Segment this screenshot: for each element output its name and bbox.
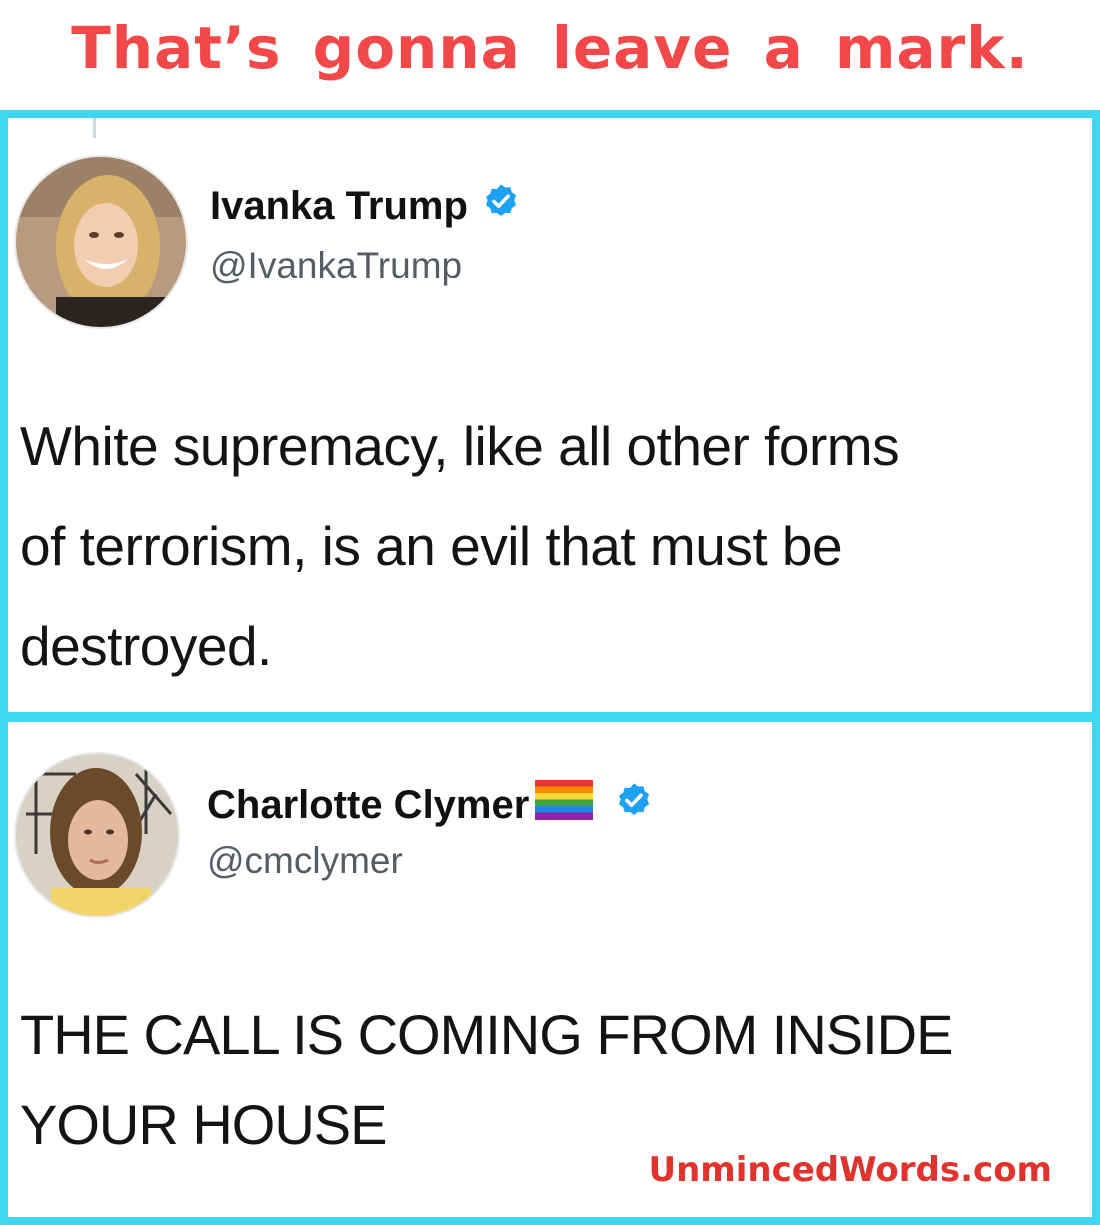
rainbow-flag-icon [535,780,594,830]
tweet-2-display-name: Charlotte Clymer [207,782,530,827]
tweet-1-line: destroyed. [20,615,272,677]
headline: That’s gonna leave a mark. [71,14,1029,82]
tweet-2-text: THE CALL IS COMING FROM INSIDE YOUR HOUS… [20,990,1090,1170]
tweet-1-text: White supremacy, like all other forms of… [20,396,1090,696]
tweet-divider [0,712,1100,722]
tweet-1-name[interactable]: Ivanka Trump [210,182,520,230]
verified-badge-icon [482,182,520,230]
tweet-2-line: THE CALL IS COMING FROM INSIDE [20,1003,953,1066]
watermark: UnmincedWords.com [648,1150,1052,1190]
profile-photo-icon [16,754,178,916]
verified-badge-icon [615,781,653,829]
tweet-2-handle[interactable]: @cmclymer [207,840,403,882]
thread-line [93,118,96,138]
tweet-1-display-name: Ivanka Trump [210,183,468,228]
profile-photo-icon [16,157,186,327]
charlotte-avatar[interactable] [14,752,180,918]
tweet-2-name[interactable]: Charlotte Clymer [207,780,653,830]
tweet-1-line: of terrorism, is an evil that must be [20,515,843,577]
tweet-1-handle[interactable]: @IvankaTrump [210,245,462,287]
tweet-1-line: White supremacy, like all other forms [20,415,900,477]
ivanka-avatar[interactable] [14,155,188,329]
